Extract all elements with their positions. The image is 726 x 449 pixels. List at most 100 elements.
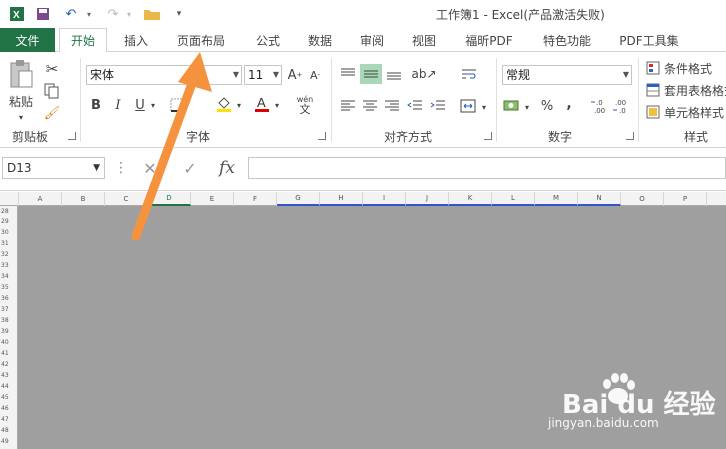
align-bottom-icon[interactable] [384, 64, 404, 84]
insert-function-button[interactable]: fx [214, 156, 240, 180]
row-header[interactable]: 31 [0, 240, 17, 248]
column-header[interactable]: I [363, 192, 406, 206]
column-header-selected[interactable]: D [148, 192, 191, 206]
row-header[interactable]: 43 [0, 372, 17, 380]
row-header[interactable]: 37 [0, 306, 17, 314]
row-header[interactable]: 30 [0, 229, 17, 237]
tab-page-layout[interactable]: 页面布局 [170, 28, 232, 52]
tab-foxit-pdf[interactable]: 福昕PDF [458, 28, 520, 52]
row-header[interactable]: 32 [0, 251, 17, 259]
paste-icon[interactable] [6, 58, 36, 92]
name-box[interactable]: D13 ▼ [2, 157, 105, 179]
column-header[interactable]: B [62, 192, 105, 206]
text-orientation-icon[interactable]: ab↗ [411, 64, 436, 84]
border-icon[interactable] [168, 96, 186, 114]
cut-icon[interactable]: ✂ [42, 60, 62, 78]
column-header[interactable]: P [664, 192, 707, 206]
undo-dropdown-icon[interactable]: ▾ [80, 5, 98, 23]
comma-style-button[interactable]: , [562, 94, 576, 114]
row-header[interactable]: 47 [0, 416, 17, 424]
cancel-entry-icon[interactable]: ✕ [138, 158, 162, 178]
tab-pdf-tools[interactable]: PDF工具集 [612, 28, 686, 52]
alignment-launcher-icon[interactable] [484, 132, 492, 140]
row-header[interactable]: 41 [0, 350, 17, 358]
row-header[interactable]: 46 [0, 405, 17, 413]
row-header[interactable]: 33 [0, 262, 17, 270]
tab-insert[interactable]: 插入 [114, 28, 158, 52]
format-painter-icon[interactable]: 🖌 [42, 104, 62, 122]
row-header[interactable]: 40 [0, 339, 17, 347]
column-header[interactable]: H [320, 192, 363, 206]
row-header[interactable]: 29 [0, 218, 17, 226]
save-icon[interactable] [34, 5, 52, 23]
open-folder-icon[interactable] [143, 5, 161, 23]
accounting-format-icon[interactable] [502, 96, 522, 116]
font-name-combo[interactable]: 宋体 ▼ [86, 65, 242, 85]
font-size-combo[interactable]: 11 ▼ [244, 65, 282, 85]
increase-indent-icon[interactable] [428, 96, 448, 116]
paste-label[interactable]: 粘贴 [6, 94, 36, 109]
confirm-entry-icon[interactable]: ✓ [178, 158, 202, 178]
underline-button[interactable]: U [132, 96, 148, 114]
number-format-combo[interactable]: 常规 ▼ [502, 65, 632, 85]
align-center-icon[interactable] [360, 96, 380, 116]
clipboard-launcher-icon[interactable] [68, 132, 76, 140]
decrease-indent-icon[interactable] [405, 96, 425, 116]
row-header[interactable]: 38 [0, 317, 17, 325]
align-right-icon[interactable] [382, 96, 402, 116]
decrease-decimal-icon[interactable]: .00.0 [612, 96, 630, 116]
redo-dropdown-icon[interactable]: ▾ [120, 5, 138, 23]
column-header[interactable]: A [19, 192, 62, 206]
underline-dropdown-icon[interactable]: ▾ [148, 96, 158, 114]
conditional-format-button[interactable]: 条件格式 [664, 59, 726, 77]
tab-review[interactable]: 审阅 [352, 28, 392, 52]
undo-icon[interactable]: ↶ [62, 5, 80, 23]
cell-styles-button[interactable]: 单元格样式 [664, 103, 726, 121]
increase-font-icon[interactable]: A + [287, 66, 303, 84]
increase-decimal-icon[interactable]: .0.00 [590, 96, 608, 116]
decrease-font-icon[interactable]: A- [307, 66, 323, 84]
customize-qat-icon[interactable]: ▾ [170, 5, 188, 23]
number-launcher-icon[interactable] [626, 132, 634, 140]
column-header[interactable]: E [191, 192, 234, 206]
tab-home[interactable]: 开始 [59, 28, 107, 53]
wrap-text-icon[interactable] [459, 64, 479, 84]
row-header[interactable]: 44 [0, 383, 17, 391]
tab-file[interactable]: 文件 [0, 28, 55, 52]
column-header[interactable]: N [578, 192, 621, 206]
row-header[interactable]: 35 [0, 284, 17, 292]
align-left-icon[interactable] [338, 96, 358, 116]
column-header[interactable]: L [492, 192, 535, 206]
fill-color-dropdown-icon[interactable]: ▾ [234, 96, 244, 114]
cell-styles-icon[interactable] [644, 103, 662, 121]
align-top-icon[interactable] [338, 64, 358, 84]
font-color-icon[interactable]: A [252, 94, 272, 114]
copy-icon[interactable] [42, 82, 62, 100]
table-format-icon[interactable] [644, 81, 662, 99]
row-header[interactable]: 39 [0, 328, 17, 336]
column-header[interactable]: F [234, 192, 277, 206]
column-header[interactable]: J [406, 192, 449, 206]
conditional-format-icon[interactable] [644, 59, 662, 77]
column-header[interactable]: G [277, 192, 320, 206]
font-launcher-icon[interactable] [318, 132, 326, 140]
accounting-dropdown-icon[interactable]: ▾ [522, 98, 532, 116]
row-header[interactable]: 36 [0, 295, 17, 303]
fill-color-icon[interactable] [214, 94, 234, 114]
bold-button[interactable]: B [88, 96, 104, 114]
table-format-button[interactable]: 套用表格格式 [664, 81, 726, 99]
column-header[interactable]: O [621, 192, 664, 206]
row-header[interactable]: 28 [0, 208, 17, 216]
formula-input[interactable] [248, 157, 726, 179]
merge-center-icon[interactable] [458, 96, 478, 116]
phonetic-guide-icon[interactable]: wén 文 [294, 92, 316, 118]
row-header[interactable]: 45 [0, 394, 17, 402]
tab-formulas[interactable]: 公式 [248, 28, 288, 52]
column-header[interactable]: K [449, 192, 492, 206]
align-middle-icon[interactable] [360, 64, 382, 84]
row-header[interactable]: 49 [0, 438, 17, 446]
paste-dropdown-icon[interactable]: ▾ [14, 112, 28, 122]
percent-button[interactable]: % [538, 96, 556, 116]
row-header[interactable]: 42 [0, 361, 17, 369]
column-header[interactable]: M [535, 192, 578, 206]
